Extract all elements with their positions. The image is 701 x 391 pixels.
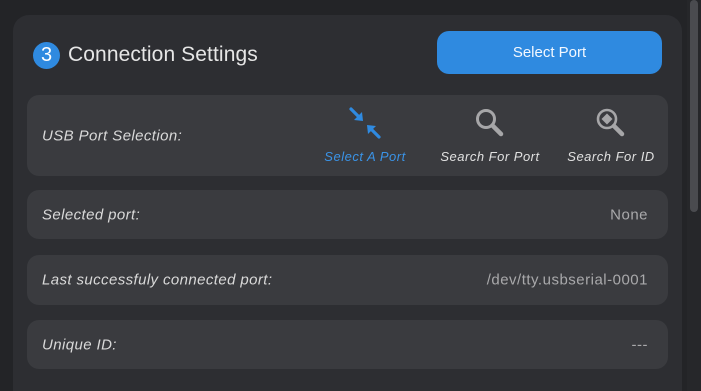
search-for-port-option[interactable]: Search For Port — [433, 105, 547, 169]
section-header: 3 Connection Settings — [33, 40, 258, 70]
page: 3 Connection Settings Select Port USB Po… — [0, 0, 701, 391]
search-for-id-label: Search For ID — [567, 149, 655, 164]
search-id-icon — [593, 105, 629, 141]
select-a-port-option[interactable]: Select A Port — [313, 105, 417, 169]
step-number-badge: 3 — [33, 41, 60, 69]
search-for-id-option[interactable]: Search For ID — [559, 105, 663, 169]
last-connected-port-value: /dev/tty.usbserial-0001 — [486, 271, 648, 289]
last-connected-port-label: Last successfuly connected port: — [42, 271, 273, 289]
select-port-button[interactable]: Select Port — [437, 31, 662, 74]
last-connected-port-row: Last successfuly connected port: /dev/tt… — [27, 255, 668, 305]
scrollbar[interactable] — [687, 0, 701, 391]
select-port-icon — [347, 105, 383, 141]
unique-id-label: Unique ID: — [42, 336, 117, 353]
selected-port-row: Selected port: None — [27, 190, 668, 239]
connection-settings-panel: 3 Connection Settings Select Port USB Po… — [13, 15, 682, 391]
section-title: Connection Settings — [68, 43, 258, 66]
scrollbar-thumb[interactable] — [690, 0, 698, 212]
select-a-port-label: Select A Port — [324, 149, 406, 164]
unique-id-row: Unique ID: --- — [27, 320, 668, 369]
usb-options: Select A Port Search For Port Search For… — [307, 105, 667, 169]
selected-port-label: Selected port: — [42, 206, 141, 223]
unique-id-value: --- — [631, 336, 648, 353]
usb-port-selection-row: USB Port Selection: Select A Port Search… — [27, 95, 668, 176]
selected-port-value: None — [610, 206, 648, 223]
search-for-port-label: Search For Port — [440, 149, 540, 164]
search-icon — [472, 105, 508, 141]
usb-port-selection-label: USB Port Selection: — [42, 127, 183, 144]
